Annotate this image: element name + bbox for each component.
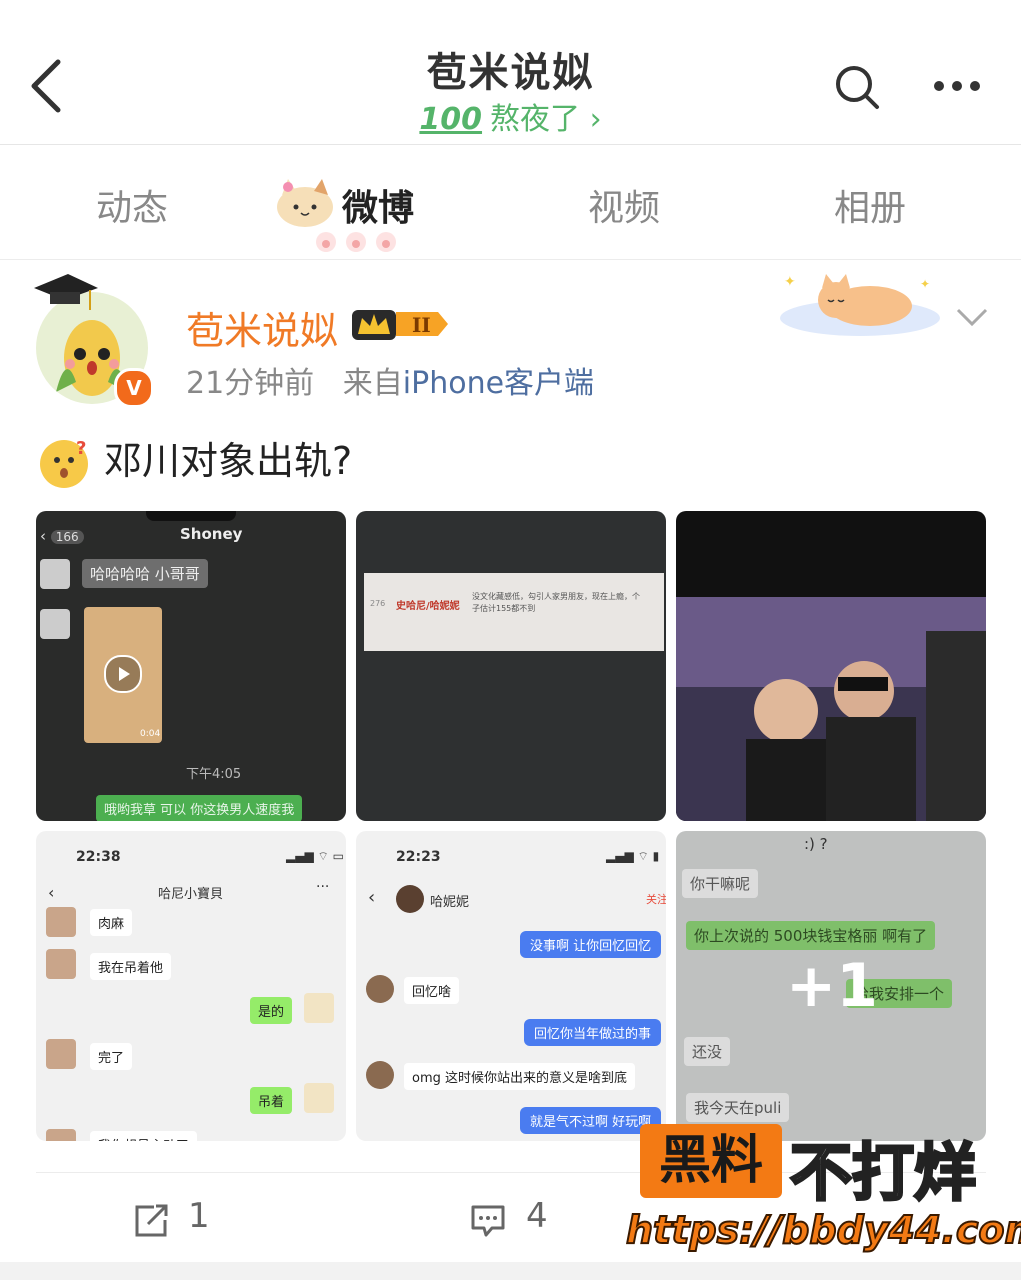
more-images-count[interactable]: +1	[786, 951, 878, 1021]
comment-count[interactable]: 4	[526, 1196, 548, 1236]
post-meta: 21分钟前 来自iPhone客户端	[186, 358, 594, 402]
table-row: 276 史哈尼/哈妮妮 没文化藏感低，勾引人家男朋友，现在上瘾，个子估计155都…	[364, 573, 664, 651]
chat-back: ‹ 166	[40, 527, 84, 545]
tab-album[interactable]: 相册	[834, 179, 906, 231]
repost-icon[interactable]	[134, 1204, 170, 1238]
watermark-url: https://bbdy44.com	[625, 1207, 1021, 1253]
status-icons: ▂▄▆ ⌔ ▮	[606, 849, 660, 863]
video-duration: 0:04	[140, 729, 161, 739]
post-text: ? 邓川对象出轨?	[40, 430, 352, 488]
avatar	[396, 885, 424, 913]
chat-message: 肉麻	[90, 909, 133, 936]
avatar	[40, 609, 70, 639]
status-text: 熬夜了	[490, 102, 581, 137]
avatar	[304, 993, 334, 1023]
avatar	[46, 907, 76, 937]
svg-text:✦: ✦	[784, 274, 796, 290]
chat-message: 你上次说的 500块钱宝格丽 啊有了	[686, 921, 936, 950]
follow-button: 关注	[646, 893, 666, 906]
verified-badge-icon: V	[114, 368, 154, 408]
post-image-6[interactable]: :) ? 你干嘛呢 你上次说的 500块钱宝格丽 啊有了 给我安排一个 还没 我…	[676, 831, 986, 1141]
chat-message: 吊着	[250, 1087, 293, 1114]
chat-message: 哈哈哈哈 小哥哥	[82, 559, 208, 588]
chat-message: 还没	[684, 1037, 731, 1066]
avatar	[46, 949, 76, 979]
status-arrow-icon: ›	[589, 102, 602, 137]
chat-message: 我在吊着他	[90, 953, 172, 980]
back-chevron-icon: ‹	[368, 887, 376, 908]
play-icon[interactable]	[104, 655, 142, 693]
image-grid: ‹ 166 Shoney 哈哈哈哈 小哥哥 0:04 下午4:05 哦哟我草 可…	[36, 511, 986, 1141]
chat-message: 我你想見主动了	[90, 1131, 198, 1141]
chat-header: :) ?	[804, 835, 828, 853]
svg-text:?: ?	[76, 440, 86, 459]
chat-contact-name: Shoney	[180, 525, 243, 543]
comment-icon[interactable]	[470, 1204, 506, 1238]
chat-message: 回忆你当年做过的事	[524, 1019, 662, 1046]
profile-tabs: 动态 微博 视频 相册	[0, 145, 1021, 260]
status-time: 22:38	[76, 849, 121, 865]
bottom-edge	[0, 1262, 1021, 1280]
graduation-cap-icon	[34, 274, 98, 310]
watermark-box: 黑料	[640, 1124, 782, 1198]
paw-indicator-icon	[316, 232, 396, 252]
source-prefix: 来自	[342, 366, 403, 401]
post-image-4[interactable]: 22:38 ▂▄▆ ⌔ ▭ ‹ 哈尼小寶貝 ··· 肉麻 我在吊着他 是的 完了…	[36, 831, 346, 1141]
post-image-5[interactable]: 22:23 ▂▄▆ ⌔ ▮ ‹ 哈妮妮 关注 没事啊 让你回忆回忆 回忆啥 回忆…	[356, 831, 666, 1141]
tab-video[interactable]: 视频	[588, 179, 660, 231]
vip-crown-icon[interactable]: II	[350, 304, 450, 344]
chat-message: 你干嘛呢	[682, 869, 759, 898]
chat-message: 哦哟我草 可以 你这换男人速度我	[96, 795, 303, 821]
photo-content	[676, 597, 986, 821]
weibo-post: V 苞米说姒 II 21分钟前 来自iPhone客户端 ✦ ✦ ? 邓川对象出轨?	[0, 262, 1021, 1280]
back-chevron-icon: ‹	[48, 883, 55, 902]
post-body: 邓川对象出轨?	[104, 439, 353, 483]
hundred-emoji-icon: 100	[419, 102, 483, 137]
chat-contact-name: 哈妮妮	[430, 895, 470, 910]
sleeping-cat-decoration-icon: ✦ ✦	[780, 274, 940, 336]
chat-message: 回忆啥	[404, 977, 460, 1004]
search-icon[interactable]	[834, 64, 880, 110]
chevron-down-icon[interactable]	[956, 308, 988, 328]
post-time: 21分钟前	[186, 366, 315, 401]
avatar	[46, 1039, 76, 1069]
watermark: 黑料 不打烊 https://bbdy44.com	[625, 1122, 1021, 1272]
client-name: iPhone客户端	[402, 366, 595, 401]
tab-dynamic[interactable]: 动态	[96, 179, 168, 231]
avatar	[304, 1083, 334, 1113]
top-nav-bar: 苞米说姒 100 熬夜了 ›	[0, 0, 1021, 145]
repost-count[interactable]: 1	[188, 1196, 210, 1236]
chat-time: 下午4:05	[186, 767, 242, 782]
chat-title: 哈尼小寶貝	[158, 887, 224, 902]
status-icons: ▂▄▆ ⌔ ▭	[286, 849, 344, 863]
post-image-1[interactable]: ‹ 166 Shoney 哈哈哈哈 小哥哥 0:04 下午4:05 哦哟我草 可…	[36, 511, 346, 821]
post-image-2[interactable]: 276 史哈尼/哈妮妮 没文化藏感低，勾引人家男朋友，现在上瘾，个子估计155都…	[356, 511, 666, 821]
author-name[interactable]: 苞米说姒	[186, 300, 338, 355]
video-thumbnail[interactable]: 0:04	[84, 607, 162, 743]
avatar	[366, 975, 394, 1003]
chat-message: 我今天在puli	[686, 1093, 790, 1122]
avatar	[366, 1061, 394, 1089]
cat-mascot-icon	[277, 179, 333, 227]
svg-text:II: II	[412, 313, 431, 337]
watermark-text: 不打烊	[788, 1135, 977, 1211]
thinking-face-emoji-icon: ?	[40, 438, 88, 488]
svg-text:✦: ✦	[920, 277, 930, 291]
chat-message: 完了	[90, 1043, 133, 1070]
status-time: 22:23	[396, 849, 441, 865]
more-options-icon[interactable]	[932, 78, 982, 94]
more-dots-icon: ···	[316, 879, 330, 895]
chat-message: 没事啊 让你回忆回忆	[520, 931, 662, 958]
avatar	[40, 559, 70, 589]
post-image-3[interactable]	[676, 511, 986, 821]
tab-weibo[interactable]: 微博	[342, 179, 414, 231]
chat-message: omg 这时候你站出来的意义是啥到底	[404, 1063, 636, 1090]
avatar	[46, 1129, 76, 1141]
chat-message: 是的	[250, 997, 293, 1024]
